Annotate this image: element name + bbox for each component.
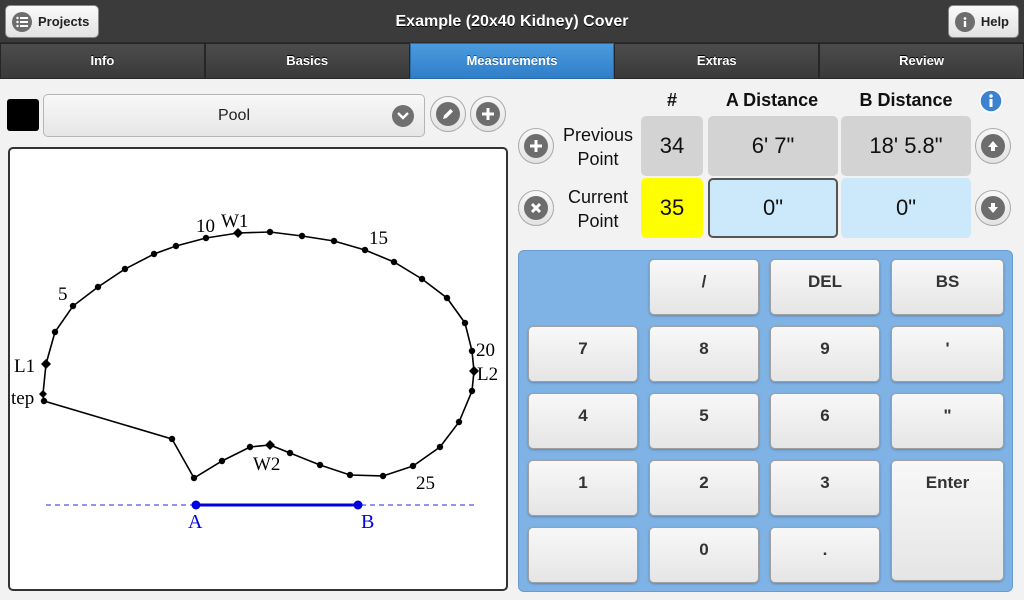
key-1[interactable]: 1 — [528, 460, 638, 516]
info-button[interactable] — [977, 87, 1005, 115]
projects-button[interactable]: Projects — [5, 5, 100, 38]
key-backspace[interactable]: BS — [891, 259, 1004, 315]
previous-up-button[interactable] — [975, 128, 1011, 164]
point-b-marker[interactable] — [353, 500, 363, 510]
current-point-label: Current Point — [567, 187, 629, 231]
tab-info[interactable]: Info — [0, 43, 205, 79]
key-enter[interactable]: Enter — [891, 460, 1004, 581]
label-a: A — [188, 511, 203, 533]
key-blank[interactable] — [528, 527, 638, 583]
header-a-distance: A Distance — [725, 90, 819, 110]
shape-select-value: Pool — [217, 107, 251, 124]
label-b: B — [361, 511, 374, 533]
key-4[interactable]: 4 — [528, 393, 638, 449]
add-shape-button[interactable] — [470, 96, 506, 132]
previous-a-distance: 6' 7" — [708, 116, 838, 176]
key-feet[interactable]: ' — [891, 326, 1004, 382]
label-w2: W2 — [253, 454, 280, 475]
key-6[interactable]: 6 — [770, 393, 880, 449]
label-point-5: 5 — [58, 284, 68, 305]
pool-outline — [42, 231, 475, 480]
arrow-up-icon — [981, 134, 1005, 158]
key-inches[interactable]: " — [891, 393, 1004, 449]
page-title: Example (20x40 Kidney) Cover — [395, 13, 629, 30]
current-a-distance[interactable]: 0" — [708, 178, 838, 238]
add-point-button[interactable] — [518, 128, 554, 164]
current-down-button[interactable] — [975, 190, 1011, 226]
label-point-10: 10 — [196, 216, 215, 237]
current-b-distance[interactable]: 0" — [841, 178, 971, 238]
key-5[interactable]: 5 — [649, 393, 759, 449]
label-point-15: 15 — [369, 228, 388, 249]
color-swatch[interactable] — [7, 99, 39, 131]
list-icon — [12, 11, 32, 32]
shape-select[interactable]: Pool — [43, 94, 425, 137]
help-button[interactable]: Help — [947, 5, 1019, 38]
pool-drawing: 5 10 W1 15 20 L2 25 W2 L1 tep A B — [11, 211, 498, 533]
key-slash[interactable]: / — [649, 259, 759, 315]
key-decimal[interactable]: . — [770, 527, 880, 583]
drawing-canvas[interactable]: 5 10 W1 15 20 L2 25 W2 L1 tep A B — [8, 147, 508, 591]
point-a-marker[interactable] — [191, 500, 201, 510]
key-del[interactable]: DEL — [770, 259, 880, 315]
key-3[interactable]: 3 — [770, 460, 880, 516]
label-point-25: 25 — [416, 473, 435, 494]
label-point-20: 20 — [476, 340, 495, 361]
key-0[interactable]: 0 — [649, 527, 759, 583]
arrow-down-icon — [981, 196, 1005, 220]
info-icon — [954, 11, 975, 32]
previous-point-label: Previous Point — [562, 125, 634, 169]
label-step: tep — [11, 388, 34, 409]
info-icon — [979, 89, 1003, 113]
close-icon — [524, 196, 548, 220]
key-9[interactable]: 9 — [770, 326, 880, 382]
projects-label: Projects — [38, 14, 90, 29]
chevron-down-icon — [392, 105, 414, 127]
label-l2: L2 — [477, 364, 498, 385]
numeric-keypad: / DEL BS 7 8 9 ' 4 5 6 " 1 2 3 Enter 0 . — [518, 250, 1013, 592]
plus-icon — [476, 102, 500, 126]
header-number: # — [666, 90, 677, 110]
label-w1: W1 — [221, 211, 248, 232]
tab-measurements[interactable]: Measurements — [409, 43, 615, 79]
app-header: Example (20x40 Kidney) Cover Projects He… — [0, 0, 1024, 43]
key-7[interactable]: 7 — [528, 326, 638, 382]
help-label: Help — [980, 14, 1009, 29]
header-b-distance: B Distance — [859, 90, 953, 110]
outline-points — [40, 228, 476, 482]
feature-markers — [39, 228, 479, 450]
tab-bar: Info Basics Measurements Extras Review — [0, 43, 1024, 79]
current-point-number: 35 — [641, 178, 703, 238]
label-l1: L1 — [14, 356, 35, 377]
tab-review[interactable]: Review — [819, 43, 1024, 79]
tab-extras[interactable]: Extras — [614, 43, 820, 79]
previous-b-distance: 18' 5.8" — [841, 116, 971, 176]
delete-point-button[interactable] — [518, 190, 554, 226]
previous-point-number: 34 — [641, 116, 703, 176]
tab-basics[interactable]: Basics — [204, 43, 410, 79]
plus-icon — [524, 134, 548, 158]
key-2[interactable]: 2 — [649, 460, 759, 516]
edit-shape-button[interactable] — [430, 96, 466, 132]
pencil-icon — [436, 102, 460, 126]
key-8[interactable]: 8 — [649, 326, 759, 382]
